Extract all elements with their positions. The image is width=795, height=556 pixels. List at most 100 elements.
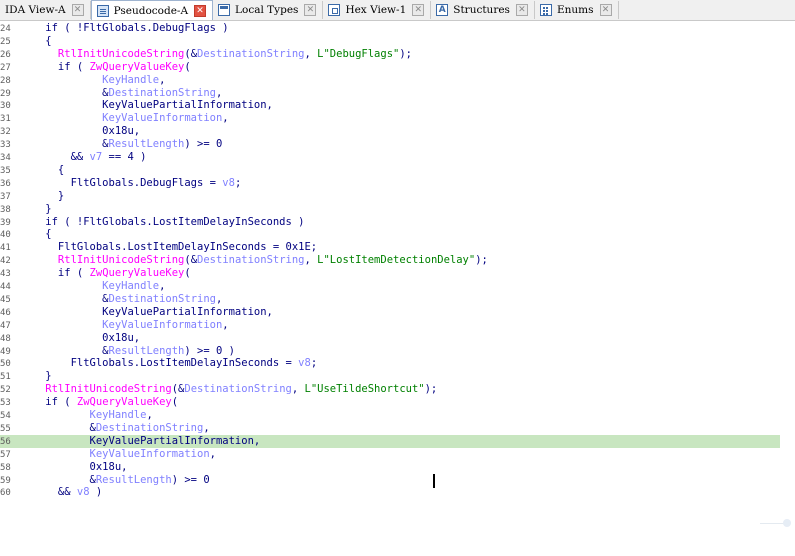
code-line[interactable]: 44 KeyHandle, bbox=[0, 280, 780, 293]
code-token: , bbox=[159, 280, 166, 292]
code-token: RtlInitUnicodeString bbox=[20, 254, 185, 267]
code-line[interactable]: 48 0x18u, bbox=[0, 332, 780, 345]
text-cursor bbox=[433, 474, 435, 488]
code-token: & bbox=[20, 292, 109, 305]
structures-icon: A bbox=[436, 4, 449, 16]
tab-structures[interactable]: A Structures ✕ bbox=[431, 1, 535, 19]
scrollbar-thumb[interactable] bbox=[783, 519, 791, 527]
code-line[interactable]: 30 KeyValuePartialInformation, bbox=[0, 99, 780, 112]
code-line[interactable]: 39 if ( !FltGlobals.LostItemDelayInSecon… bbox=[0, 216, 780, 229]
close-icon[interactable]: ✕ bbox=[304, 4, 317, 16]
code-token: if ( !FltGlobals.LostItemDelayInSeconds … bbox=[20, 215, 305, 228]
code-line[interactable]: 50 FltGlobals.LostItemDelayInSeconds = v… bbox=[0, 357, 780, 370]
code-token: , bbox=[291, 383, 305, 396]
code-line[interactable]: 53 if ( ZwQueryValueKey( bbox=[0, 396, 780, 409]
code-token: if ( bbox=[20, 267, 90, 280]
code-line[interactable]: 43 if ( ZwQueryValueKey( bbox=[0, 267, 780, 280]
code-token: ) bbox=[89, 486, 103, 499]
close-icon[interactable]: ✕ bbox=[412, 4, 425, 16]
code-token: ; bbox=[310, 357, 318, 370]
pseudocode-icon bbox=[96, 4, 109, 17]
code-token: & bbox=[20, 473, 96, 486]
local-types-icon bbox=[218, 4, 231, 16]
code-token: KeyHandle bbox=[20, 280, 160, 292]
code-token: { bbox=[20, 34, 52, 47]
tab-enums[interactable]: Enums ✕ bbox=[535, 1, 619, 19]
code-token: KeyValueInformation bbox=[20, 112, 223, 125]
tab-pseudocode-a[interactable]: Pseudocode-A ✕ bbox=[90, 0, 214, 20]
tab-label: Pseudocode-A bbox=[113, 4, 189, 17]
code-line[interactable]: 49 &ResultLength) >= 0 ) bbox=[0, 345, 780, 358]
code-token: KeyHandle bbox=[20, 409, 147, 421]
code-line[interactable]: 31 KeyValueInformation, bbox=[0, 112, 780, 125]
code-token: ) >= 0 bbox=[171, 473, 210, 486]
code-line[interactable]: 56 KeyValuePartialInformation, bbox=[0, 434, 780, 448]
code-token: , bbox=[304, 254, 318, 267]
code-line[interactable]: 42 RtlInitUnicodeString(&DestinationStri… bbox=[0, 254, 780, 267]
code-token: v8 bbox=[76, 486, 90, 499]
code-line[interactable]: 52 RtlInitUnicodeString(&DestinationStri… bbox=[0, 383, 780, 396]
code-line[interactable]: 25 { bbox=[0, 35, 780, 48]
code-line[interactable]: 38 } bbox=[0, 203, 780, 216]
code-line[interactable]: 57 KeyValueInformation, bbox=[0, 448, 780, 461]
code-token: KeyHandle bbox=[20, 73, 160, 86]
tab-local-types[interactable]: Local Types ✕ bbox=[213, 1, 324, 19]
code-token: DestinationString bbox=[197, 47, 305, 60]
code-line[interactable]: 28 KeyHandle, bbox=[0, 74, 780, 87]
code-line[interactable]: 46 KeyValuePartialInformation, bbox=[0, 306, 780, 319]
code-token: FltGlobals.DebugFlags = bbox=[20, 176, 223, 189]
code-token: RtlInitUnicodeString bbox=[20, 47, 185, 60]
code-line[interactable]: 37 } bbox=[0, 190, 780, 203]
code-token: , bbox=[203, 421, 210, 434]
code-token: KeyValueInformation bbox=[20, 318, 223, 331]
code-line[interactable]: 26 RtlInitUnicodeString(&DestinationStri… bbox=[0, 48, 780, 61]
code-token: ); bbox=[475, 254, 488, 267]
code-line[interactable]: 59 &ResultLength) >= 0 bbox=[0, 474, 780, 487]
tab-ida-view-a[interactable]: IDA View-A ✕ bbox=[0, 1, 91, 19]
code-token: , bbox=[304, 47, 318, 60]
code-line[interactable]: 47 KeyValueInformation, bbox=[0, 319, 780, 332]
code-token: & bbox=[20, 421, 96, 434]
code-token: DestinationString bbox=[197, 254, 305, 267]
tab-bar: IDA View-A ✕ Pseudocode-A ✕ Local Types … bbox=[0, 0, 795, 21]
code-token: } bbox=[20, 370, 52, 383]
code-line[interactable]: 35 { bbox=[0, 164, 780, 177]
code-line[interactable]: 58 0x18u, bbox=[0, 461, 780, 474]
code-line[interactable]: 40 { bbox=[0, 228, 780, 241]
code-line[interactable]: 33 &ResultLength) >= 0 bbox=[0, 138, 780, 151]
code-token: , bbox=[222, 112, 229, 125]
code-token: ); bbox=[399, 47, 412, 60]
code-line[interactable]: 27 if ( ZwQueryValueKey( bbox=[0, 61, 780, 74]
close-icon[interactable]: ✕ bbox=[194, 4, 207, 17]
code-line[interactable]: 32 0x18u, bbox=[0, 125, 780, 138]
code-line[interactable]: 24 if ( !FltGlobals.DebugFlags ) bbox=[0, 22, 780, 35]
code-line[interactable]: 29 &DestinationString, bbox=[0, 87, 780, 100]
code-token: , bbox=[159, 73, 166, 86]
code-line[interactable]: 51 } bbox=[0, 370, 780, 383]
code-token: DestinationString bbox=[108, 86, 216, 99]
code-line[interactable]: 55 &DestinationString, bbox=[0, 422, 780, 435]
code-token: && bbox=[20, 151, 90, 163]
code-token: ZwQueryValueKey bbox=[76, 396, 172, 409]
close-icon[interactable]: ✕ bbox=[599, 4, 612, 16]
pseudocode-view[interactable]: 24 if ( !FltGlobals.DebugFlags ) 25 {26 R… bbox=[0, 22, 795, 556]
code-token: FltGlobals.LostItemDelayInSeconds = bbox=[20, 357, 299, 370]
code-token: if ( !FltGlobals.DebugFlags ) bbox=[20, 22, 229, 34]
code-token: ResultLength bbox=[95, 473, 172, 486]
code-token: FltGlobals.LostItemDelayInSeconds = 0x1E… bbox=[20, 241, 318, 254]
close-icon[interactable]: ✕ bbox=[515, 4, 528, 16]
code-token: ; bbox=[234, 176, 242, 189]
code-line[interactable]: 45 &DestinationString, bbox=[0, 293, 780, 306]
code-token: ) >= 0 ) bbox=[184, 344, 235, 357]
code-line[interactable]: 34 && v7 == 4 ) bbox=[0, 151, 780, 164]
code-token: KeyValuePartialInformation, bbox=[20, 305, 273, 318]
code-token: (& bbox=[171, 383, 185, 396]
close-icon[interactable]: ✕ bbox=[71, 4, 84, 16]
code-token: , bbox=[146, 409, 153, 421]
code-line[interactable]: 60 && v8 ) bbox=[0, 486, 780, 499]
code-token: && bbox=[20, 486, 77, 499]
code-line[interactable]: 54 KeyHandle, bbox=[0, 409, 780, 422]
code-line[interactable]: 36 FltGlobals.DebugFlags = v8; bbox=[0, 177, 780, 190]
tab-hex-view-1[interactable]: Hex View-1 ✕ bbox=[323, 1, 432, 19]
code-line[interactable]: 41 FltGlobals.LostItemDelayInSeconds = 0… bbox=[0, 241, 780, 254]
